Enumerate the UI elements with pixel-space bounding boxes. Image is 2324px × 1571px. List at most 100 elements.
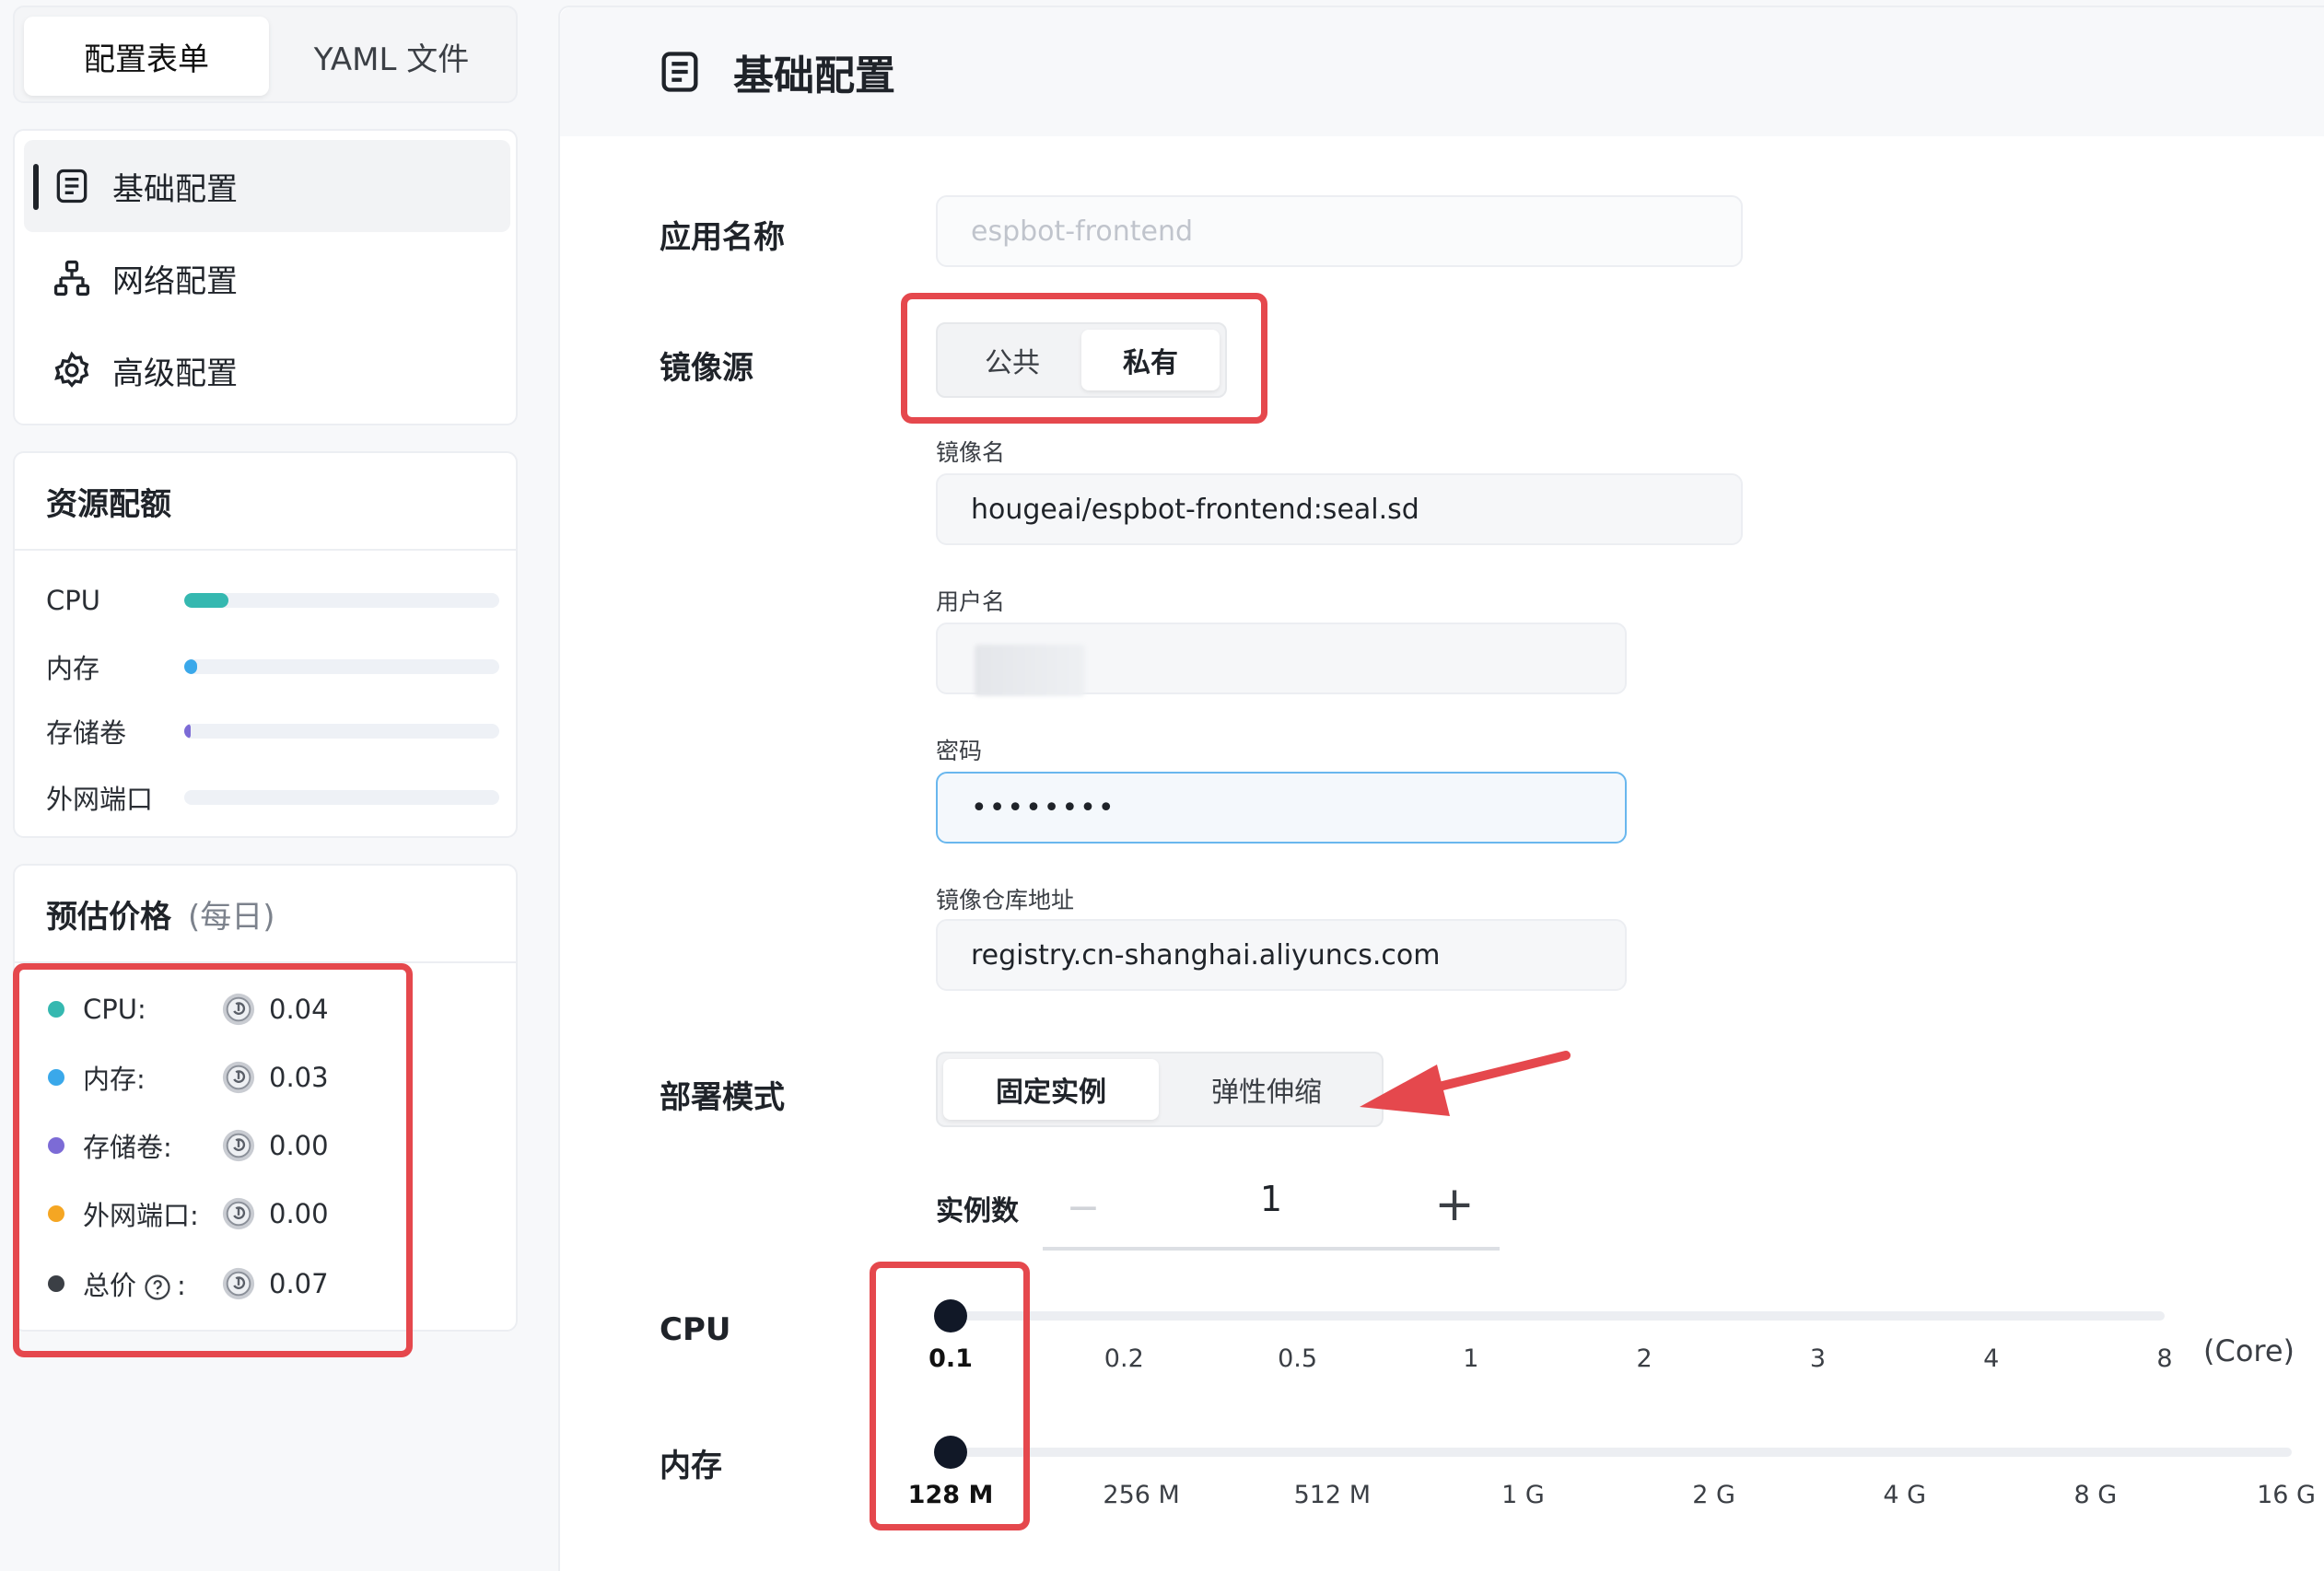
section-nav: 基础配置 网络配置 高级配置 (13, 129, 518, 425)
username-input[interactable] (936, 623, 1627, 696)
quota-bar-fill (184, 659, 197, 674)
cpu-slider-tick[interactable]: 2 (1637, 1344, 1652, 1373)
price-title: 预估价格 (每日) (15, 866, 516, 963)
cpu-slider-tick[interactable]: 1 (1463, 1344, 1478, 1373)
memory-slider-tick[interactable]: 8 G (2074, 1481, 2118, 1509)
cpu-slider-tick[interactable]: 3 (1810, 1344, 1826, 1373)
nav-item-basic-config[interactable]: 基础配置 (24, 140, 510, 232)
password-label: 密码 (936, 738, 983, 764)
sidebar: 配置表单 YAML 文件 基础配置 网络配置 高级配置 资源配额 CPU 内存 存储… (0, 0, 534, 1571)
cpu-slider-thumb[interactable] (934, 1299, 967, 1332)
coin-icon (222, 1061, 255, 1094)
deploy-mode-autoscale[interactable]: 弹性伸缩 (1159, 1059, 1374, 1120)
decrement-button[interactable]: − (1063, 1182, 1104, 1232)
memory-slider-tick[interactable]: 512 M (1294, 1481, 1371, 1509)
image-source-private[interactable]: 私有 (1081, 330, 1220, 390)
image-name-label: 镜像名 (936, 439, 1006, 466)
image-name-input[interactable]: hougeai/espbot-frontend:seal.sd (936, 473, 1743, 545)
memory-slider-tick[interactable]: 256 M (1103, 1481, 1179, 1509)
gear-icon (52, 350, 92, 390)
cpu-slider-tick[interactable]: 0.5 (1278, 1344, 1317, 1373)
quota-label: 存储卷 (46, 717, 127, 749)
instances-label: 实例数 (936, 1195, 1019, 1228)
memory-slider-tick[interactable]: 4 G (1883, 1481, 1926, 1509)
coin-icon (222, 1267, 255, 1300)
deploy-mode-fixed[interactable]: 固定实例 (943, 1059, 1159, 1120)
resource-quota-card: 资源配额 CPU 内存 存储卷 外网端口 (13, 451, 518, 838)
registry-input[interactable]: registry.cn-shanghai.aliyuncs.com (936, 919, 1627, 991)
memory-slider-thumb[interactable] (934, 1436, 967, 1469)
price-estimate-card: 预估价格 (每日) CPU: 0.04 内存: 0.03 存储卷: 0.00 外网端口: 0.… (13, 864, 518, 1332)
legend-dot (48, 1001, 64, 1018)
deploy-mode-label: 部署模式 (660, 1079, 785, 1116)
memory-slider-tick[interactable]: 16 G (2257, 1481, 2316, 1509)
image-source-label: 镜像源 (660, 350, 753, 387)
coin-icon (222, 1129, 255, 1162)
cpu-slider-tick[interactable]: 0.2 (1104, 1344, 1144, 1373)
memory-slider-tick[interactable]: 1 G (1501, 1481, 1545, 1509)
coin-icon (222, 993, 255, 1026)
price-label: 存储卷: (83, 1126, 221, 1165)
password-input[interactable]: •••••••• (936, 772, 1627, 844)
nav-item-label: 高级配置 (112, 355, 238, 392)
nav-item-network-config[interactable]: 网络配置 (24, 232, 510, 324)
help-circle-icon[interactable] (144, 1274, 171, 1301)
memory-label: 内存 (660, 1448, 722, 1484)
legend-dot (48, 1137, 64, 1154)
image-source-toggle: 公共 私有 (936, 322, 1227, 398)
price-label-text: 外网端口: (83, 1200, 199, 1231)
quota-row: 内存 (46, 639, 499, 694)
memory-slider-tick[interactable]: 128 M (908, 1481, 994, 1509)
deploy-mode-toggle: 固定实例 弹性伸缩 (936, 1052, 1384, 1127)
price-subtitle: (每日) (188, 898, 275, 936)
quota-row: 存储卷 (46, 704, 499, 759)
page-header: 基础配置 (560, 7, 2324, 136)
image-source-public[interactable]: 公共 (943, 330, 1081, 390)
quota-bar (184, 724, 499, 739)
increment-button[interactable]: + (1430, 1177, 1479, 1232)
cpu-slider-tick[interactable]: 8 (2156, 1344, 2172, 1373)
page-title: 基础配置 (733, 52, 895, 99)
price-row: 内存: 0.03 (48, 1050, 329, 1105)
cpu-slider-tick[interactable]: 0.1 (928, 1344, 973, 1373)
price-value: 0.07 (269, 1268, 329, 1299)
price-value: 0.00 (269, 1130, 329, 1161)
quota-bar-fill (184, 593, 228, 608)
network-icon (52, 258, 92, 298)
app-name-label: 应用名称 (660, 219, 785, 256)
memory-slider-tick[interactable]: 2 G (1692, 1481, 1735, 1509)
quota-label: 外网端口 (46, 784, 154, 815)
username-label: 用户名 (936, 588, 1006, 615)
price-label-suffix: : (177, 1270, 186, 1301)
quota-row: 外网端口 (46, 770, 499, 825)
cpu-unit: (Core) (2203, 1333, 2295, 1368)
price-label-text: 内存: (83, 1064, 146, 1095)
price-label: 外网端口: (83, 1194, 221, 1233)
price-value: 0.00 (269, 1198, 329, 1229)
price-label-text: CPU: (83, 994, 146, 1025)
tab-yaml-file[interactable]: YAML 文件 (269, 17, 514, 96)
redacted-username (975, 645, 1085, 696)
memory-slider-track[interactable] (951, 1448, 2292, 1457)
price-title-text: 预估价格 (46, 898, 171, 936)
price-value: 0.03 (269, 1062, 329, 1093)
price-label: 内存: (83, 1058, 221, 1097)
quota-title: 资源配额 (15, 453, 516, 551)
price-label: CPU: (83, 994, 221, 1025)
cpu-slider-tick[interactable]: 4 (1983, 1344, 1999, 1373)
app-name-input[interactable]: espbot-frontend (936, 195, 1743, 267)
registry-label: 镜像仓库地址 (936, 887, 1075, 914)
nav-item-advanced-config[interactable]: 高级配置 (24, 324, 510, 416)
tab-config-form[interactable]: 配置表单 (24, 17, 269, 96)
red-arrow-annotation (1360, 1051, 1571, 1116)
instances-stepper: − 1 + (1043, 1168, 1500, 1251)
instances-value[interactable]: 1 (1227, 1179, 1315, 1219)
quota-bar-fill (184, 724, 191, 739)
legend-dot (48, 1205, 64, 1222)
price-label: 总价: (83, 1264, 221, 1303)
legend-dot (48, 1069, 64, 1086)
quota-bar (184, 659, 499, 674)
cpu-slider-track[interactable] (951, 1311, 2165, 1321)
price-label-text: 总价 (83, 1270, 137, 1301)
quota-label: 内存 (46, 653, 100, 684)
